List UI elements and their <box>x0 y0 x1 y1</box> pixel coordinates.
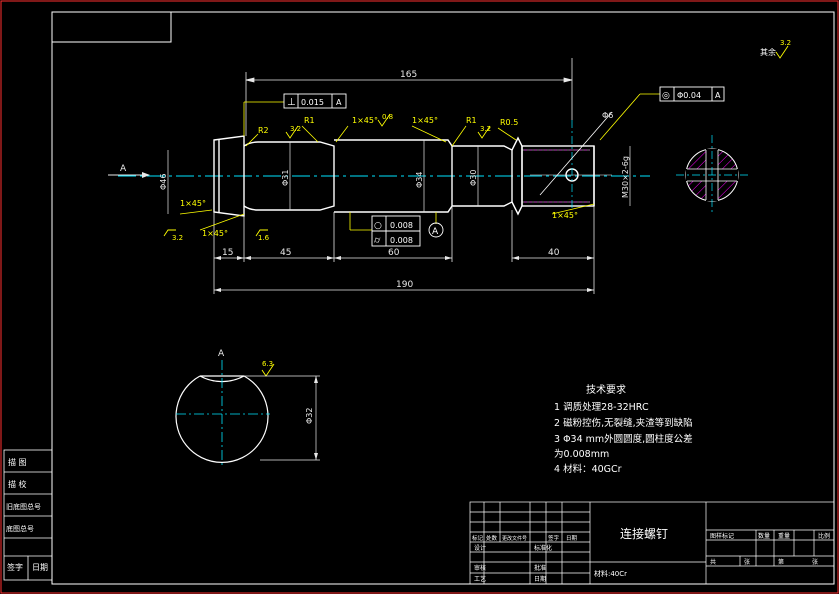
cylindricity-symbol: ⌭ <box>374 236 381 246</box>
datum-label: A <box>432 227 439 237</box>
perp-datum: A <box>336 98 342 107</box>
standardize-label: 标准化 <box>534 544 552 552</box>
label-r1-b: R1 <box>466 116 477 125</box>
title-block-grid <box>469 501 835 585</box>
perp-symbol: ⊥ <box>287 97 296 108</box>
view-arrow-head <box>142 172 150 178</box>
view-a <box>175 360 320 468</box>
part-name: 连接螺钉 <box>620 526 668 541</box>
label-ch-1: 1×45° <box>352 116 378 125</box>
rough-other-val: 3.2 <box>780 39 791 47</box>
view-a-dim: Φ32 <box>305 408 314 424</box>
requirement-line-2: 2 磁粉控伤,无裂缝,夹渣等到缺陷 <box>554 417 693 429</box>
roundness-value: 0.008 <box>390 221 413 230</box>
sheet-total-unit: 张 <box>744 558 750 566</box>
rough-32b: 3.2 <box>480 125 491 133</box>
rough-63: 6.3 <box>262 360 273 368</box>
label-ch-3: 1×45° <box>180 199 206 208</box>
rough-other: 其余 <box>760 47 776 57</box>
row-label-mark: 标记 <box>472 534 484 542</box>
roundness-symbol: ○ <box>374 221 382 231</box>
requirement-line-1: 1 调质处理28-32HRC <box>554 401 649 413</box>
row-label-count: 处数 <box>486 534 498 542</box>
rough-32a: 3.2 <box>290 125 301 133</box>
dim-190: 190 <box>396 280 413 290</box>
view-arrow-label: A <box>120 164 127 174</box>
header-scale: 比例 <box>818 532 830 540</box>
row-label-date: 日期 <box>566 535 578 542</box>
rough-16: 1.6 <box>258 234 270 242</box>
side-label-trace-check: 描 校 <box>8 479 27 489</box>
side-label-date: 日期 <box>32 563 48 572</box>
sheet-current-unit: 张 <box>812 558 818 566</box>
label-ch-2: 1×45° <box>412 116 438 125</box>
date-label: 日期 <box>534 575 546 583</box>
rough-32c: 3.2 <box>172 234 183 242</box>
role-design: 设计 <box>474 544 486 552</box>
dim-40: 40 <box>548 248 560 258</box>
cross-hole-axis <box>539 111 613 196</box>
label-r1-a: R1 <box>304 116 315 125</box>
requirements-title: 技术要求 <box>586 383 626 396</box>
side-label-trace: 描 图 <box>8 457 27 467</box>
sheet-total: 共 <box>710 558 716 566</box>
row-label-sign: 签字 <box>548 534 560 542</box>
drawing-number-box <box>51 11 172 43</box>
label-r2: R2 <box>258 126 269 135</box>
side-block <box>3 449 53 581</box>
cylindricity-value: 0.008 <box>390 236 413 245</box>
requirement-line-4: 为0.008mm <box>554 448 609 460</box>
dim-45: 45 <box>280 248 291 258</box>
cross-section <box>676 135 748 215</box>
diameter-dim-lines <box>167 140 631 214</box>
cad-drawing-canvas[interactable]: 描 图 描 校 旧底图总号 底图总号 签字 日期 165 15 45 60 40… <box>0 0 839 594</box>
dim-thread: M30×2-6g <box>621 156 630 198</box>
dim-hole: Φ6 <box>602 111 613 120</box>
header-weight: 重量 <box>778 532 790 540</box>
position-value: Φ0.04 <box>677 91 701 100</box>
dim-60: 60 <box>388 248 400 258</box>
sheet-current: 第 <box>778 558 784 566</box>
side-label-sign: 签字 <box>7 562 23 572</box>
role-review: 审核 <box>474 564 486 572</box>
material-label: 材料:40Cr <box>594 569 627 578</box>
side-label-base: 底图总号 <box>6 524 34 533</box>
rough-08: 0.8 <box>382 113 393 121</box>
approve-label: 批准 <box>534 564 546 572</box>
dim-165: 165 <box>400 70 417 80</box>
view-a-label: A <box>218 349 225 359</box>
header-quantity: 数量 <box>758 532 770 540</box>
header-drawing-mark: 图样标记 <box>710 532 734 540</box>
row-label-change: 更改文件号 <box>502 535 527 542</box>
label-ch-5: 1×45° <box>552 211 578 220</box>
position-datum: A <box>715 91 721 100</box>
dim-dia-left: Φ46 <box>159 174 168 190</box>
label-r05: R0.5 <box>500 118 518 127</box>
role-process: 工艺 <box>474 575 486 583</box>
side-label-old-base: 旧底图总号 <box>6 502 41 511</box>
label-ch-4: 1×45° <box>202 229 228 238</box>
dim-dia-b: Φ34 <box>415 172 424 188</box>
dim-dia-c: Φ30 <box>469 170 478 186</box>
perp-value: 0.015 <box>301 98 324 107</box>
dim-dia-a: Φ31 <box>281 170 290 186</box>
requirement-line-3: 3 Φ34 mm外圆圆度,圆柱度公差 <box>554 433 693 445</box>
requirement-line-5: 4 材料：40GCr <box>554 463 622 475</box>
dim-15: 15 <box>222 248 233 258</box>
position-symbol: ◎ <box>662 91 670 101</box>
